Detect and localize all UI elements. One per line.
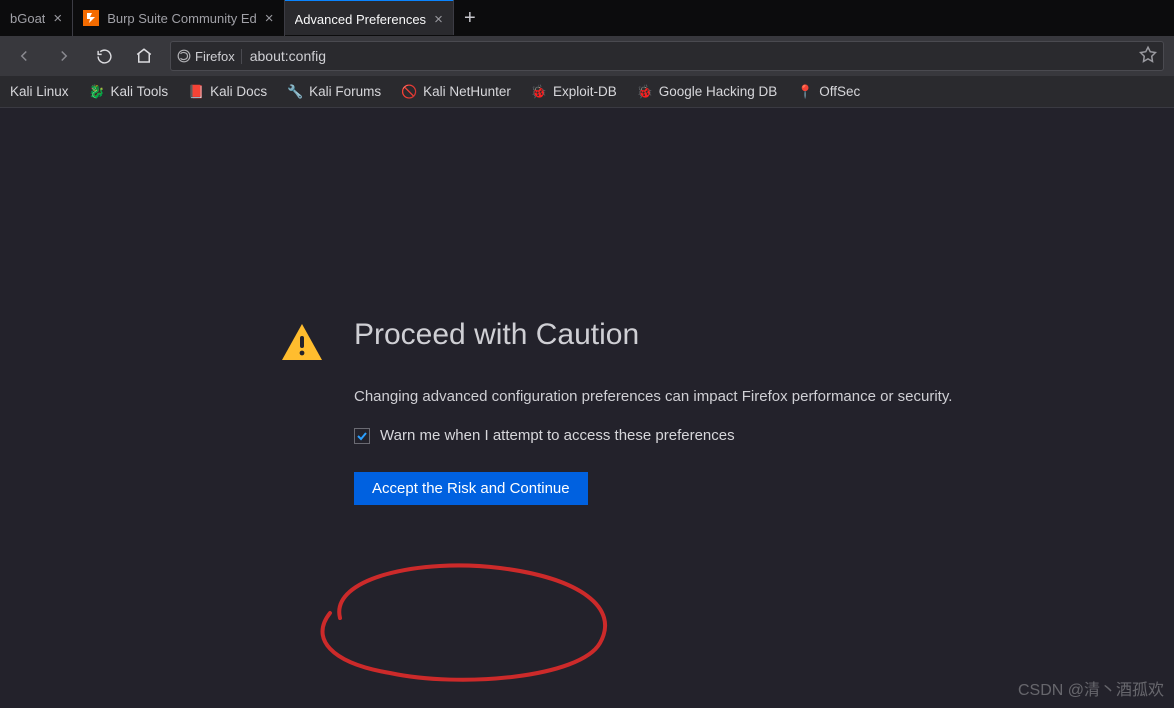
close-icon[interactable]: × — [434, 11, 443, 28]
tab-bgoat[interactable]: bGoat × — [0, 0, 73, 36]
about-config-warning: Proceed with Caution Changing advanced c… — [0, 108, 1174, 505]
page-description: Changing advanced configuration preferen… — [354, 388, 952, 405]
tab-burp[interactable]: Burp Suite Community Ed × — [73, 0, 284, 36]
bookmark-exploit-db[interactable]: 🐞 Exploit-DB — [531, 84, 617, 100]
back-button — [10, 42, 38, 70]
bookmark-label: Google Hacking DB — [659, 84, 778, 99]
checkbox-icon[interactable] — [354, 428, 370, 444]
bookmark-label: Kali Docs — [210, 84, 267, 99]
toolbar: Firefox about:config — [0, 36, 1174, 76]
reload-button[interactable] — [90, 42, 118, 70]
page-heading: Proceed with Caution — [354, 318, 952, 352]
bookmark-label: Exploit-DB — [553, 84, 617, 99]
bookmark-label: OffSec — [819, 84, 860, 99]
checkbox-label: Warn me when I attempt to access these p… — [380, 427, 735, 444]
identity-box[interactable]: Firefox — [177, 49, 242, 64]
tab-label: Burp Suite Community Ed — [107, 11, 257, 26]
bookmark-label: Kali Linux — [10, 84, 69, 99]
bookmark-icon: 🚫 — [401, 84, 417, 100]
bookmark-icon: 🐞 — [531, 84, 547, 100]
tab-strip: bGoat × Burp Suite Community Ed × Advanc… — [0, 0, 1174, 36]
bookmark-icon: 🐞 — [637, 84, 653, 100]
firefox-icon — [177, 49, 191, 63]
bookmark-kali-tools[interactable]: 🐉 Kali Tools — [89, 84, 169, 100]
bookmark-icon: 📕 — [188, 84, 204, 100]
tab-label: Advanced Preferences — [295, 12, 427, 27]
bookmark-google-hacking-db[interactable]: 🐞 Google Hacking DB — [637, 84, 778, 100]
burp-favicon-icon — [83, 10, 99, 26]
tab-label: bGoat — [10, 11, 45, 26]
bookmark-label: Kali Tools — [111, 84, 169, 99]
url-bar[interactable]: Firefox about:config — [170, 41, 1164, 71]
bookmark-icon: 📍 — [797, 84, 813, 100]
bookmark-offsec[interactable]: 📍 OffSec — [797, 84, 860, 100]
bookmark-icon: 🔧 — [287, 84, 303, 100]
bookmark-kali-forums[interactable]: 🔧 Kali Forums — [287, 84, 381, 100]
hand-drawn-annotation — [300, 558, 630, 698]
close-icon[interactable]: × — [53, 10, 62, 27]
bookmark-icon: 🐉 — [89, 84, 105, 100]
tab-advanced-prefs[interactable]: Advanced Preferences × — [285, 0, 454, 35]
forward-button — [50, 42, 78, 70]
home-button[interactable] — [130, 42, 158, 70]
watermark: CSDN @清丶酒孤欢 — [1018, 676, 1164, 700]
url-text: about:config — [250, 48, 1131, 64]
close-icon[interactable]: × — [265, 10, 274, 27]
bookmark-kali-nethunter[interactable]: 🚫 Kali NetHunter — [401, 84, 511, 100]
bookmark-kali-docs[interactable]: 📕 Kali Docs — [188, 84, 267, 100]
bookmark-label: Kali Forums — [309, 84, 381, 99]
accept-risk-button[interactable]: Accept the Risk and Continue — [354, 472, 588, 505]
identity-label: Firefox — [195, 49, 235, 64]
bookmark-label: Kali NetHunter — [423, 84, 511, 99]
bookmark-star-icon[interactable] — [1139, 45, 1157, 68]
warn-checkbox-row[interactable]: Warn me when I attempt to access these p… — [354, 427, 952, 444]
bookmarks-bar: Kali Linux 🐉 Kali Tools 📕 Kali Docs 🔧 Ka… — [0, 76, 1174, 108]
new-tab-button[interactable]: + — [454, 7, 486, 30]
bookmark-kali-linux[interactable]: Kali Linux — [10, 84, 69, 99]
warning-icon — [280, 322, 324, 367]
